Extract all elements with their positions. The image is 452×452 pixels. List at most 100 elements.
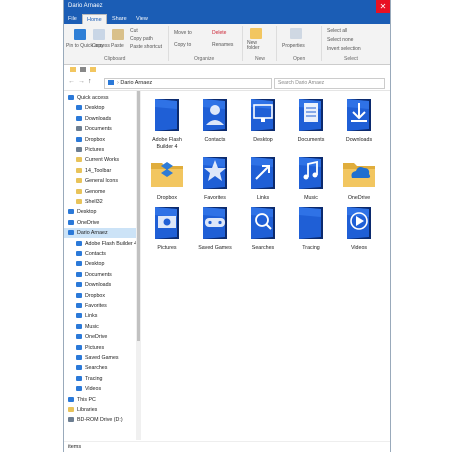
folder-item[interactable]: Saved Games <box>192 203 238 252</box>
folder-label: Documents <box>297 137 325 143</box>
folder-item[interactable]: Adobe Flash Builder 4 <box>144 95 190 151</box>
sidebar-item[interactable]: Documents <box>64 270 136 280</box>
rename-button[interactable]: Renames <box>212 42 233 48</box>
copy-to-button[interactable]: Copy to <box>174 42 191 48</box>
pin-icon[interactable] <box>74 29 86 40</box>
sidebar-item[interactable]: Documents✎ <box>64 124 136 134</box>
invert-selection-button[interactable]: Invert selection <box>327 46 361 52</box>
folder-icon <box>68 396 74 402</box>
sidebar-item[interactable]: Downloads✎ <box>64 114 136 124</box>
up-arrow-icon[interactable]: ↑ <box>88 78 92 85</box>
folder-icon <box>76 375 82 381</box>
sidebar-item[interactable]: Shell32 <box>64 197 136 207</box>
new-folder-icon[interactable] <box>250 28 262 39</box>
sidebar-item[interactable]: This PC <box>64 395 136 405</box>
properties-button[interactable]: Properties <box>282 43 305 49</box>
sidebar-item[interactable]: Desktop <box>64 259 136 269</box>
sidebar-item-label: Tracing <box>85 375 103 382</box>
copy-button[interactable]: Copy <box>92 43 104 49</box>
forward-arrow-icon[interactable]: → <box>78 78 85 85</box>
sidebar-item[interactable]: BD-ROM Drive (D:) <box>64 415 136 425</box>
folder-item[interactable]: Links <box>240 153 286 202</box>
paste-icon[interactable] <box>112 29 124 40</box>
new-folder-button[interactable]: New folder <box>247 41 269 51</box>
folder-item[interactable]: Contacts <box>192 95 238 144</box>
sidebar-item[interactable]: Dropbox <box>64 291 136 301</box>
nav-scrollbar[interactable] <box>136 91 141 440</box>
folder-item[interactable]: Downloads <box>336 95 382 144</box>
folder-item[interactable]: Favorites <box>192 153 238 202</box>
folder-item[interactable]: Desktop <box>240 95 286 144</box>
sidebar-item-label: Pictures <box>85 344 105 351</box>
sidebar-item[interactable]: Music <box>64 322 136 332</box>
scrollbar-thumb[interactable] <box>137 91 140 341</box>
cut-button[interactable]: Cut <box>130 28 138 34</box>
sidebar-item[interactable]: Current Works✎ <box>64 155 136 165</box>
close-icon[interactable]: ✕ <box>376 0 390 13</box>
tab-share[interactable]: Share <box>108 14 131 24</box>
folder-item[interactable]: Music <box>288 153 334 202</box>
sidebar-item[interactable]: Pictures <box>64 343 136 353</box>
folder-item[interactable]: Searches <box>240 203 286 252</box>
sidebar-item[interactable]: Contacts <box>64 249 136 259</box>
folder-item[interactable]: Documents <box>288 95 334 144</box>
sidebar-item[interactable]: Dario Arnaez <box>64 228 136 239</box>
sidebar-item-label: Music <box>85 323 99 330</box>
folder-item[interactable]: Pictures <box>144 203 190 252</box>
sidebar-item[interactable]: Dropbox✎ <box>64 135 136 145</box>
folder-item[interactable]: Videos <box>336 203 382 252</box>
sidebar-item-label: Saved Games <box>85 355 119 361</box>
sidebar-item[interactable]: Downloads <box>64 280 136 290</box>
folder-item[interactable]: Tracing <box>288 203 334 252</box>
folder-label: Adobe Flash Builder 4 <box>152 137 182 150</box>
sidebar-item[interactable]: Quick access <box>64 93 136 103</box>
address-bar[interactable]: › Dario Arnaez <box>104 78 272 89</box>
back-arrow-icon[interactable]: ← <box>68 78 75 85</box>
new-folder-small-icon[interactable] <box>90 67 96 72</box>
sidebar-item[interactable]: Desktop <box>64 207 136 217</box>
sidebar-item[interactable]: Links <box>64 311 136 321</box>
copy-icon[interactable] <box>93 29 105 40</box>
folder-icon <box>68 230 74 236</box>
sidebar-item[interactable]: Tracing <box>64 374 136 384</box>
sidebar-item[interactable]: Genome <box>64 187 136 197</box>
blank-document-icon <box>155 99 179 131</box>
tab-view[interactable]: View <box>132 14 152 24</box>
properties-small-icon[interactable] <box>80 67 86 72</box>
sidebar-item[interactable]: Desktop✎ <box>64 103 136 113</box>
sidebar-item[interactable]: General Icons <box>64 176 136 186</box>
folder-small-icon[interactable] <box>70 67 76 72</box>
folder-icon <box>76 261 82 267</box>
sidebar-item-label: OneDrive <box>77 219 100 226</box>
sidebar-item-label: Documents <box>85 271 112 278</box>
folder-label: Videos <box>350 245 368 251</box>
sidebar-item-label: Desktop <box>85 105 105 112</box>
sidebar-item[interactable]: Favorites <box>64 301 136 311</box>
paste-button[interactable]: Paste <box>111 43 124 49</box>
sidebar-item[interactable]: OneDrive <box>64 218 136 228</box>
folder-item[interactable]: Dropbox <box>144 153 190 202</box>
sidebar-item-label: Links <box>85 313 98 320</box>
folder-icon <box>76 115 82 121</box>
ribbon-tabs: File Home Share View <box>64 13 390 25</box>
folder-item[interactable]: OneDrive <box>336 153 382 202</box>
sidebar-item[interactable]: 14_Toolbar <box>64 166 136 176</box>
select-all-button[interactable]: Select all <box>327 28 347 34</box>
paste-shortcut-button[interactable]: Paste shortcut <box>130 44 162 50</box>
breadcrumb[interactable]: Dario Arnaez <box>120 80 152 86</box>
move-to-button[interactable]: Move to <box>174 30 192 36</box>
sidebar-item[interactable]: OneDrive <box>64 332 136 342</box>
select-none-button[interactable]: Select none <box>327 37 353 43</box>
sidebar-item[interactable]: Videos <box>64 384 136 394</box>
sidebar-item[interactable]: Adobe Flash Builder 4 <box>64 239 136 249</box>
delete-button[interactable]: Delete <box>212 30 226 36</box>
sidebar-item[interactable]: Saved Games <box>64 353 136 363</box>
sidebar-item-label: Genome <box>85 188 106 195</box>
search-input[interactable]: Search Dario Arnaez <box>274 78 385 89</box>
copy-path-button[interactable]: Copy path <box>130 36 153 42</box>
sidebar-item[interactable]: Pictures✎ <box>64 145 136 155</box>
sidebar-item[interactable]: Libraries <box>64 405 136 415</box>
sidebar-item[interactable]: Searches <box>64 363 136 373</box>
properties-icon[interactable] <box>290 28 302 39</box>
tab-file[interactable]: File <box>64 14 81 24</box>
